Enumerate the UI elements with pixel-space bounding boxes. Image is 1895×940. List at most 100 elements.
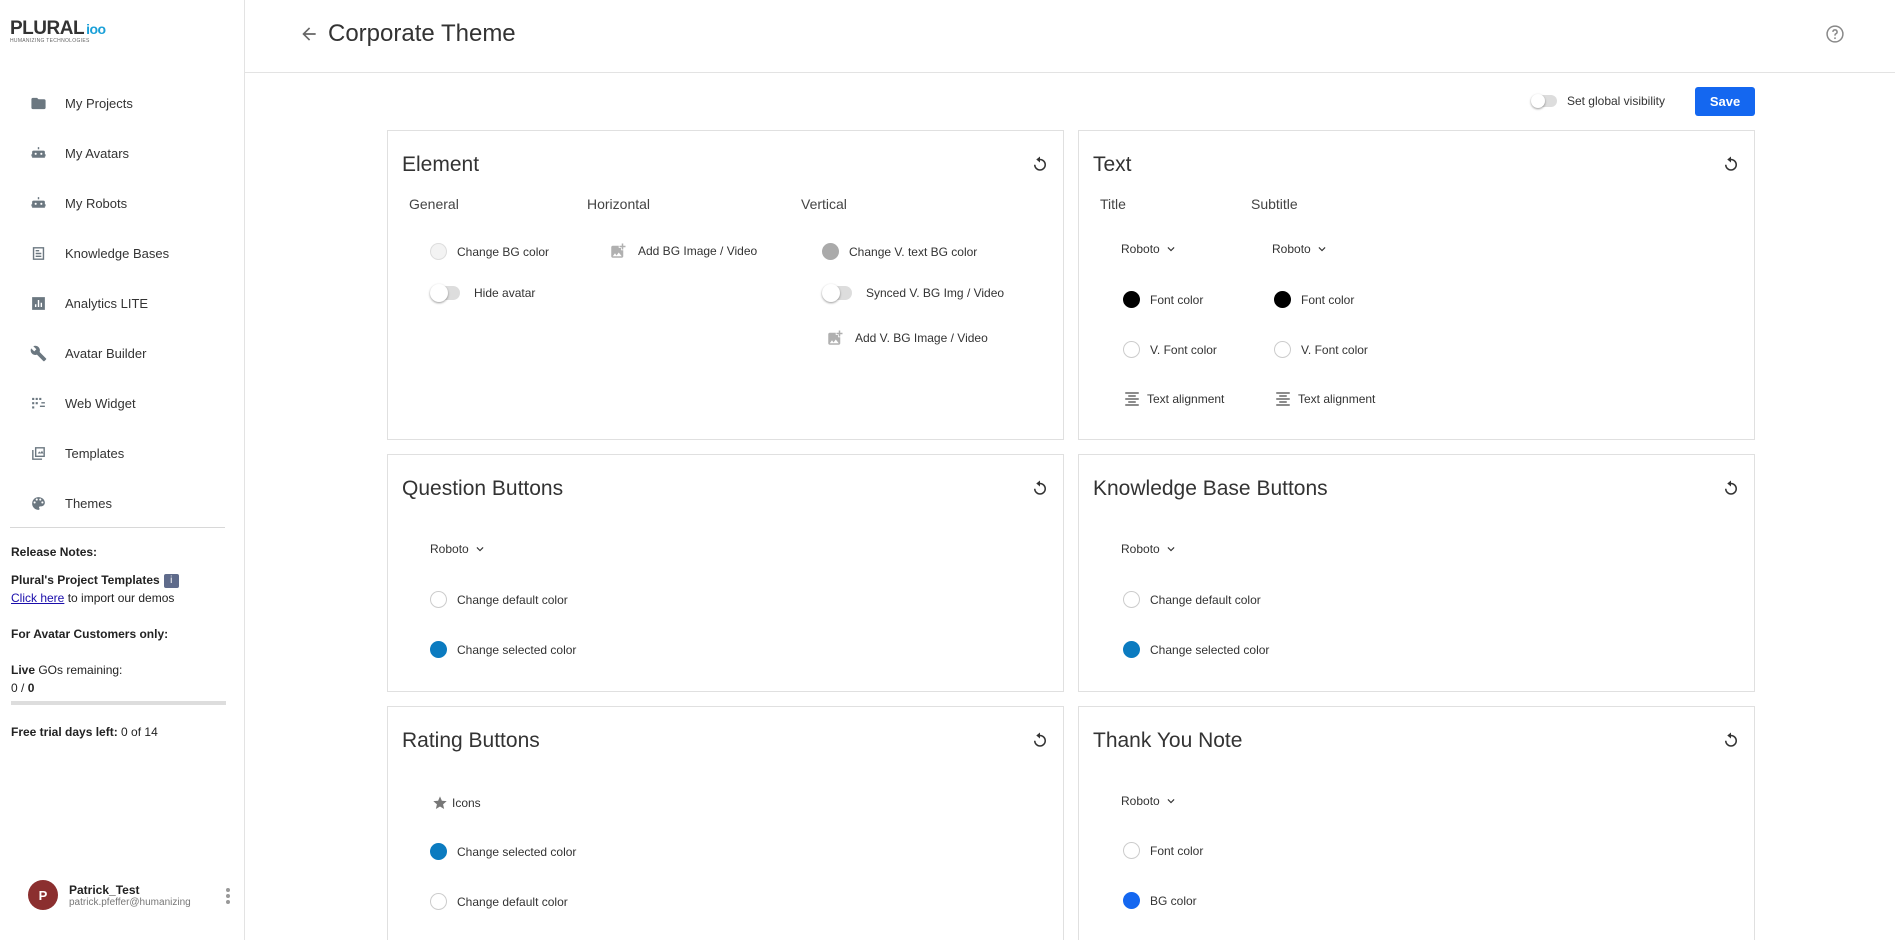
font-value: Roboto: [430, 542, 469, 556]
back-arrow-icon[interactable]: [299, 24, 319, 44]
color-swatch[interactable]: [822, 243, 839, 260]
rating-icons[interactable]: Icons: [432, 795, 481, 811]
rating-selected-color[interactable]: Change selected color: [430, 843, 576, 860]
subtitle-font-select[interactable]: Roboto: [1272, 242, 1329, 256]
trial-label: Free trial days left:: [11, 725, 118, 739]
synced-v-bg-toggle[interactable]: [822, 284, 852, 302]
sidebar-item-label: My Robots: [65, 195, 128, 211]
logo-tagline: HUMANIZING TECHNOLOGIES: [10, 38, 90, 44]
subtitle-heading: Subtitle: [1251, 196, 1298, 212]
thanks-font-color[interactable]: Font color: [1123, 842, 1203, 859]
font-color-label: Font color: [1150, 292, 1204, 307]
color-swatch[interactable]: [1123, 641, 1140, 658]
color-swatch[interactable]: [430, 843, 447, 860]
sidebar-item-knowledge-bases[interactable]: Knowledge Bases: [0, 228, 245, 278]
sidebar-item-label: Analytics LITE: [65, 295, 149, 311]
question-buttons-card: Question Buttons Roboto Change default c…: [387, 454, 1064, 692]
book-icon: [32, 246, 45, 260]
card-title: Thank You Note: [1093, 729, 1243, 752]
sidebar-item-analytics[interactable]: Analytics LITE: [0, 278, 245, 328]
v-font-color-label: V. Font color: [1301, 342, 1368, 357]
synced-v-bg[interactable]: Synced V. BG Img / Video: [822, 284, 1004, 302]
templates-title: Plural's Project Templates: [11, 573, 160, 587]
reset-icon[interactable]: [1722, 479, 1740, 497]
reset-icon[interactable]: [1031, 731, 1049, 749]
sidebar-item-label: Web Widget: [65, 395, 136, 411]
change-bg-color[interactable]: Change BG color: [430, 243, 549, 260]
sidebar-item-my-avatars[interactable]: My Avatars: [0, 128, 245, 178]
hide-avatar[interactable]: Hide avatar: [430, 284, 535, 302]
trial-value: 0 of 14: [117, 725, 158, 739]
reset-icon[interactable]: [1722, 155, 1740, 173]
text-card: Text Title Subtitle Roboto Roboto Font c…: [1078, 130, 1755, 440]
save-button[interactable]: Save: [1695, 87, 1755, 116]
question-font-select[interactable]: Roboto: [430, 542, 487, 556]
title-v-font-color[interactable]: V. Font color: [1123, 341, 1217, 358]
kb-selected-color[interactable]: Change selected color: [1123, 641, 1269, 658]
font-value: Roboto: [1121, 542, 1160, 556]
sidebar-item-web-widget[interactable]: Web Widget: [0, 378, 245, 428]
title-text-alignment[interactable]: Text alignment: [1123, 390, 1224, 408]
add-bg-image[interactable]: Add BG Image / Video: [608, 242, 757, 260]
align-center-icon: [1276, 392, 1290, 406]
global-visibility-toggle[interactable]: [1530, 94, 1557, 108]
thanks-bg-color[interactable]: BG color: [1123, 892, 1197, 909]
global-visibility[interactable]: Set global visibility: [1530, 94, 1665, 108]
chevron-down-icon: [1167, 547, 1175, 552]
reset-icon[interactable]: [1722, 731, 1740, 749]
color-swatch[interactable]: [1123, 591, 1140, 608]
reset-icon[interactable]: [1031, 155, 1049, 173]
user-profile[interactable]: P Patrick_Test patrick.pfeffer@humanizin…: [28, 880, 230, 910]
color-swatch[interactable]: [1274, 341, 1291, 358]
color-swatch[interactable]: [430, 893, 447, 910]
question-default-color[interactable]: Change default color: [430, 591, 568, 608]
page-title: Corporate Theme: [328, 20, 516, 47]
color-swatch[interactable]: [1123, 291, 1140, 308]
gos-remaining-label: GOs remaining:: [35, 663, 123, 677]
title-font-color[interactable]: Font color: [1123, 291, 1203, 308]
kb-font-select[interactable]: Roboto: [1121, 542, 1178, 556]
info-icon[interactable]: i: [163, 573, 179, 588]
horizontal-heading: Horizontal: [587, 196, 651, 212]
font-color-label: Font color: [1150, 843, 1204, 858]
subtitle-font-color[interactable]: Font color: [1274, 291, 1354, 308]
live-label: Live: [11, 663, 36, 677]
bg-color-label: BG color: [1150, 893, 1197, 908]
change-v-text-bg[interactable]: Change V. text BG color: [822, 243, 977, 260]
color-swatch[interactable]: [430, 641, 447, 658]
subtitle-text-alignment[interactable]: Text alignment: [1274, 390, 1375, 408]
robot-icon: [31, 196, 46, 208]
page-header: Corporate Theme: [245, 0, 1895, 73]
card-title: Text: [1093, 153, 1132, 176]
color-swatch[interactable]: [430, 243, 447, 260]
color-swatch[interactable]: [1274, 291, 1291, 308]
sidebar-item-themes[interactable]: Themes: [0, 478, 245, 528]
title-heading: Title: [1100, 196, 1126, 212]
sidebar-item-avatar-builder[interactable]: Avatar Builder: [0, 328, 245, 378]
color-swatch[interactable]: [1123, 892, 1140, 909]
general-heading: General: [409, 196, 459, 212]
add-v-bg-label: Add V. BG Image / Video: [855, 331, 988, 345]
hide-avatar-toggle[interactable]: [430, 284, 460, 302]
sidebar-item-my-robots[interactable]: My Robots: [0, 178, 245, 228]
font-color-label: Font color: [1301, 292, 1355, 307]
more-options-icon[interactable]: [226, 888, 230, 904]
sidebar-item-my-projects[interactable]: My Projects: [0, 78, 245, 128]
sidebar-item-templates[interactable]: Templates: [0, 428, 245, 478]
question-selected-color[interactable]: Change selected color: [430, 641, 576, 658]
logo[interactable]: PLURAL ioo HUMANIZING TECHNOLOGIES: [10, 18, 106, 44]
rating-default-color[interactable]: Change default color: [430, 893, 568, 910]
thanks-font-select[interactable]: Roboto: [1121, 794, 1178, 808]
chevron-down-icon: [1318, 247, 1326, 252]
click-here-link[interactable]: Click here: [11, 591, 64, 605]
color-swatch[interactable]: [430, 591, 447, 608]
add-v-bg-image[interactable]: Add V. BG Image / Video: [825, 329, 988, 347]
title-font-select[interactable]: Roboto: [1121, 242, 1178, 256]
reset-icon[interactable]: [1031, 479, 1049, 497]
subtitle-v-font-color[interactable]: V. Font color: [1274, 341, 1368, 358]
help-icon[interactable]: [1825, 24, 1845, 44]
color-swatch[interactable]: [1123, 341, 1140, 358]
save-container: Save: [1695, 87, 1755, 116]
kb-default-color[interactable]: Change default color: [1123, 591, 1261, 608]
color-swatch[interactable]: [1123, 842, 1140, 859]
